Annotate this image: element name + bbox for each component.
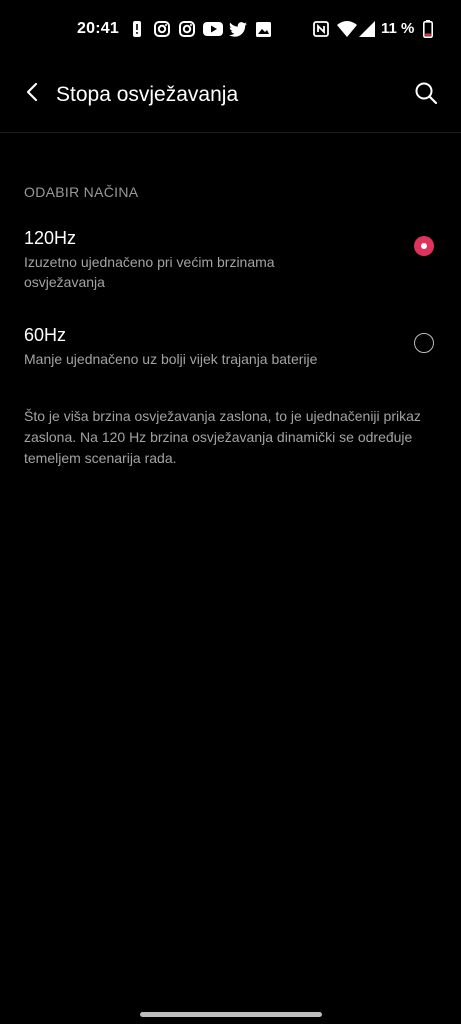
wifi-icon (336, 20, 358, 38)
search-button[interactable] (409, 78, 443, 112)
option-60hz[interactable]: 60Hz Manje ujednačeno uz bolji vijek tra… (0, 320, 461, 380)
status-time: 20:41 (77, 20, 119, 37)
signal-icon (358, 20, 376, 38)
instagram-icon (153, 20, 171, 38)
nfc-icon (312, 20, 330, 38)
option-title: 120Hz (24, 228, 77, 248)
option-120hz[interactable]: 120Hz Izuzetno ujednačeno pri većim brzi… (0, 222, 461, 302)
radio-button-unselected[interactable] (414, 333, 434, 353)
back-button[interactable] (16, 78, 48, 110)
alert-icon (131, 20, 143, 38)
youtube-icon (202, 20, 224, 38)
home-indicator[interactable] (140, 1012, 322, 1017)
twitter-icon (228, 20, 248, 38)
option-subtitle: Izuzetno ujednačeno pri većim brzinama o… (24, 254, 275, 290)
gallery-icon (255, 20, 271, 38)
search-icon (414, 81, 438, 110)
battery-percent: 11 % (381, 20, 415, 37)
app-bar: Stopa osvježavanja (0, 60, 461, 133)
back-arrow-icon (25, 82, 39, 107)
status-bar: 20:41 11 % (0, 0, 461, 60)
section-header: ODABIR NAČINA (24, 184, 139, 200)
option-title: 60Hz (24, 325, 67, 345)
radio-button-selected[interactable] (414, 236, 434, 256)
battery-icon (422, 20, 434, 38)
description-text: Što je viša brzina osvježavanja zaslona,… (24, 408, 421, 466)
page-title: Stopa osvježavanja (56, 83, 239, 106)
option-subtitle: Manje ujednačeno uz bolji vijek trajanja… (24, 351, 318, 367)
instagram-icon (178, 20, 196, 38)
